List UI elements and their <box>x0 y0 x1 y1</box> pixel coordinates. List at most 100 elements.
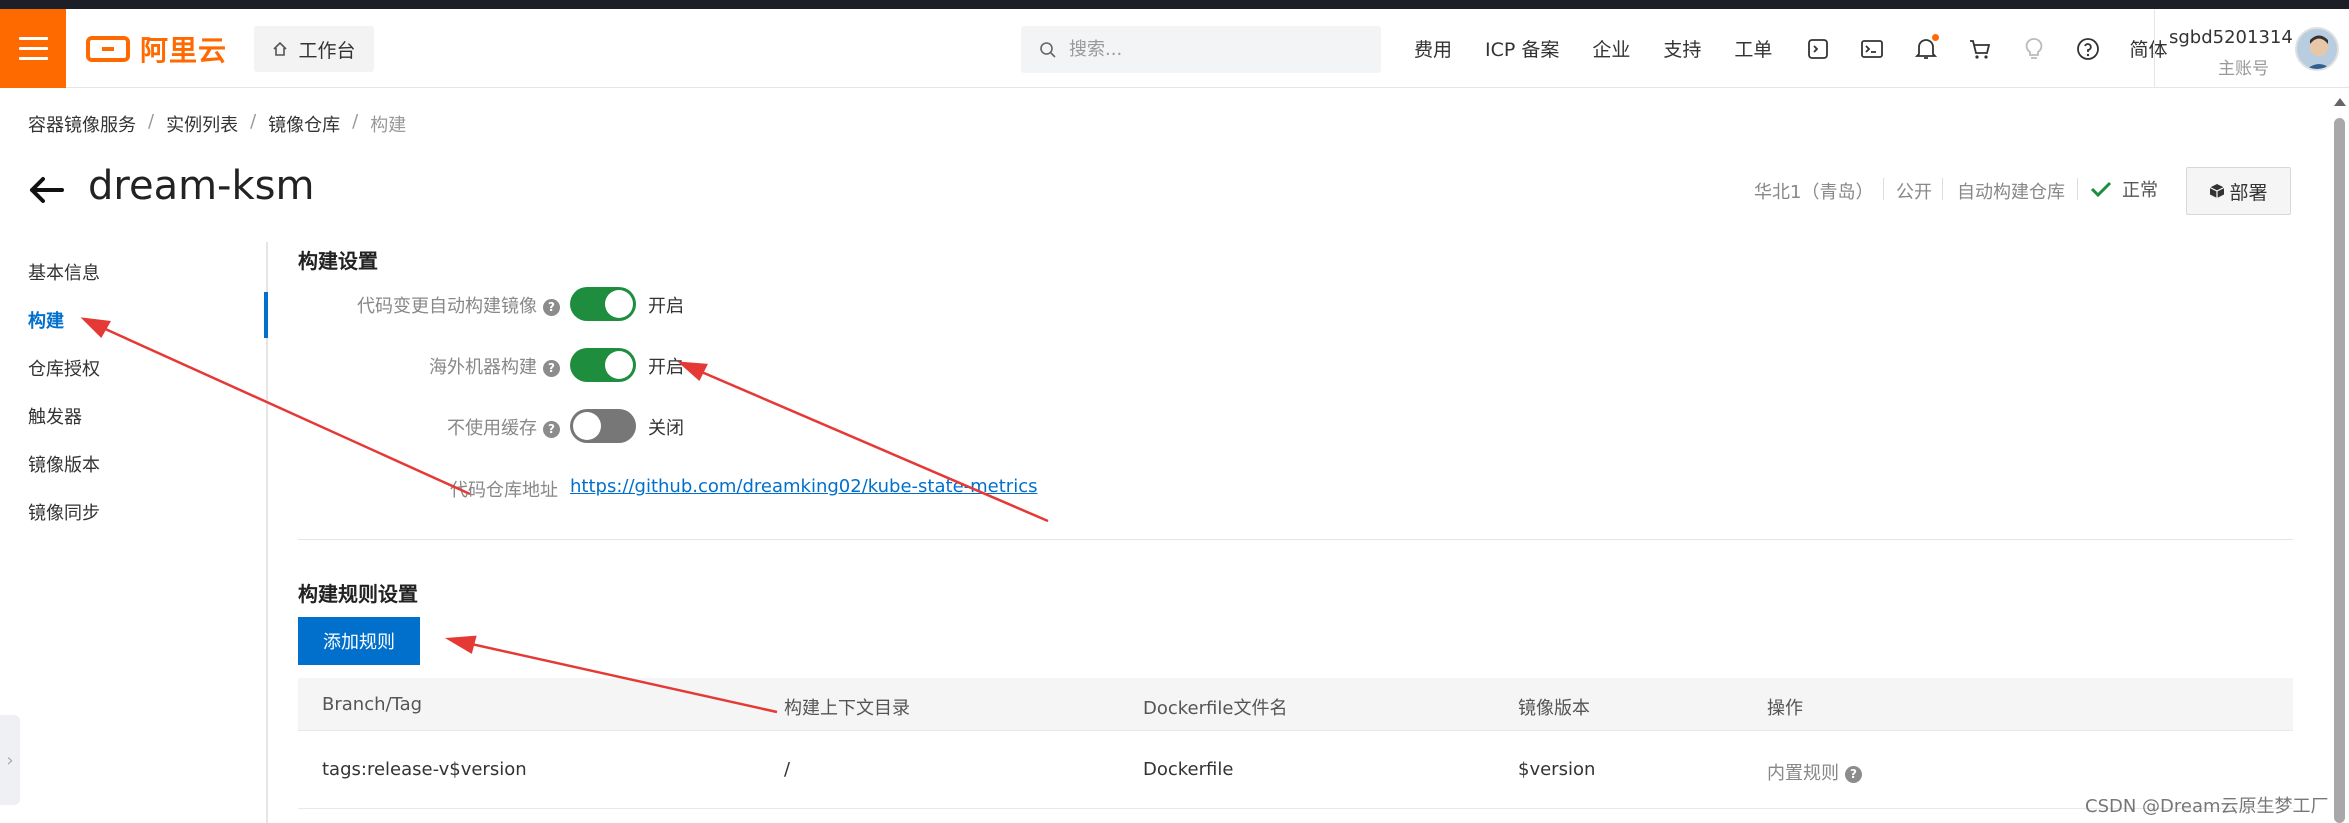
meta-divider <box>2077 178 2078 200</box>
hamburger-menu-icon[interactable] <box>0 9 66 88</box>
auto-build-state: 开启 <box>648 296 684 317</box>
help-icon[interactable]: ? <box>543 420 560 438</box>
search-box[interactable] <box>1021 26 1381 73</box>
toggle-knob <box>573 412 601 440</box>
help-icon[interactable]: ? <box>543 359 560 377</box>
annotation-arrow <box>689 365 1049 523</box>
cell-branch-tag: tags:release-v$version <box>322 759 527 780</box>
nav-support[interactable]: 支持 <box>1663 35 1701 62</box>
column-header: 构建上下文目录 <box>784 698 910 719</box>
add-rule-button[interactable]: 添加规则 <box>298 617 420 665</box>
deploy-button[interactable]: 部署 <box>2186 167 2291 215</box>
meta-divider <box>1883 178 1884 200</box>
page-title: dream-ksm <box>88 163 315 209</box>
logo-text: 阿里云 <box>140 34 228 67</box>
breadcrumb-separator: / <box>250 111 257 132</box>
scroll-up-icon[interactable] <box>2334 98 2346 106</box>
app-root: 阿里云 工作台 费用 ICP 备案 企业 支持 工单 <box>0 0 2349 823</box>
breadcrumb-item-instances[interactable]: 实例列表 <box>166 111 238 137</box>
workbench-label: 工作台 <box>298 39 356 62</box>
scrollbar-thumb[interactable] <box>2334 118 2345 823</box>
avatar[interactable] <box>2295 27 2339 71</box>
notification-dot <box>1932 33 1940 41</box>
cell-action: 内置规则? <box>1767 759 1862 785</box>
sidebar-item-build[interactable]: 构建 <box>28 307 64 333</box>
section-divider <box>298 539 2293 540</box>
repo-region: 华北1（青岛） <box>1754 182 1874 203</box>
search-icon <box>1040 41 1056 58</box>
aliyun-logo-icon <box>86 36 130 62</box>
user-name: sgbd5201314 <box>2169 27 2293 48</box>
nav-icp[interactable]: ICP 备案 <box>1485 35 1559 62</box>
help-icon[interactable]: ? <box>1845 765 1862 783</box>
toggle-knob <box>605 290 633 318</box>
breadcrumb-item-service[interactable]: 容器镜像服务 <box>28 111 136 137</box>
cart-icon[interactable] <box>1967 36 1993 62</box>
cell-version: $version <box>1518 759 1596 780</box>
top-bar: 阿里云 工作台 费用 ICP 备案 企业 支持 工单 <box>0 0 2349 88</box>
sidebar-item-repo-auth[interactable]: 仓库授权 <box>28 355 100 381</box>
nav-ticket[interactable]: 工单 <box>1734 35 1772 62</box>
no-cache-label-text: 不使用缓存 <box>447 418 537 439</box>
overseas-build-toggle[interactable] <box>570 348 636 382</box>
status-text: 正常 <box>2122 180 2158 201</box>
breadcrumb-item-repos[interactable]: 镜像仓库 <box>268 111 340 137</box>
cloudshell-icon[interactable] <box>1805 36 1831 62</box>
help-icon[interactable]: ? <box>543 298 560 316</box>
watermark: CSDN @Dream云原生梦工厂 <box>2085 796 2329 817</box>
deploy-label: 部署 <box>2229 181 2268 204</box>
terminal-icon[interactable] <box>1859 36 1885 62</box>
repo-status: 正常 <box>2090 176 2158 202</box>
column-header: 镜像版本 <box>1518 698 1590 719</box>
annotation-arrowhead <box>444 635 477 654</box>
repo-url-link[interactable]: https://github.com/dreamking02/kube-stat… <box>570 476 1037 497</box>
builtin-rule-label: 内置规则 <box>1767 763 1839 784</box>
home-icon <box>273 41 288 56</box>
top-nav: 费用 ICP 备案 企业 支持 工单 简体 <box>1414 33 2200 62</box>
user-menu[interactable]: sgbd5201314 主账号 <box>2154 9 2349 88</box>
nav-billing[interactable]: 费用 <box>1414 35 1452 62</box>
cell-dockerfile: Dockerfile <box>1143 759 1234 780</box>
bell-icon[interactable] <box>1913 33 1940 62</box>
table-row: tags:release-v$version / Dockerfile $ver… <box>298 731 2293 809</box>
column-header: Dockerfile文件名 <box>1143 698 1288 719</box>
logo[interactable]: 阿里云 <box>86 34 227 67</box>
breadcrumb: 容器镜像服务 / 实例列表 / 镜像仓库 / 构建 <box>28 111 406 137</box>
lightbulb-icon[interactable] <box>2021 36 2047 62</box>
build-settings-title: 构建设置 <box>298 249 378 273</box>
no-cache-toggle[interactable] <box>570 409 636 443</box>
back-arrow-icon[interactable] <box>26 170 66 210</box>
annotation-arrowhead <box>677 361 708 382</box>
workbench-button[interactable]: 工作台 <box>254 26 374 72</box>
user-role: 主账号 <box>2218 59 2269 79</box>
sidebar-item-triggers[interactable]: 触发器 <box>28 403 82 429</box>
build-rules-title: 构建规则设置 <box>298 582 418 606</box>
repo-visibility: 公开 <box>1896 182 1932 203</box>
auto-build-toggle[interactable] <box>570 287 636 321</box>
sidebar-item-image-sync[interactable]: 镜像同步 <box>28 499 100 525</box>
column-header: Branch/Tag <box>322 694 423 715</box>
search-input[interactable] <box>1069 39 1359 60</box>
breadcrumb-separator: / <box>352 111 359 132</box>
no-cache-state: 关闭 <box>648 418 684 439</box>
help-icon[interactable] <box>2075 36 2101 62</box>
sidebar-item-basic-info[interactable]: 基本信息 <box>28 259 100 285</box>
toggle-knob <box>605 351 633 379</box>
overseas-build-label-text: 海外机器构建 <box>429 357 537 378</box>
overseas-build-state: 开启 <box>648 357 684 378</box>
cell-context-dir: / <box>784 759 791 780</box>
sidebar-item-image-versions[interactable]: 镜像版本 <box>28 451 100 477</box>
breadcrumb-separator: / <box>148 111 155 132</box>
cube-icon <box>2210 184 2225 198</box>
nav-enterprise[interactable]: 企业 <box>1592 35 1630 62</box>
sidebar-active-indicator <box>264 292 268 338</box>
meta-divider <box>1942 178 1943 200</box>
auto-build-label-text: 代码变更自动构建镜像 <box>357 296 537 317</box>
column-header: 操作 <box>1767 698 1803 719</box>
chevron-right-icon[interactable]: › <box>0 715 20 805</box>
sidebar: 基本信息 构建 仓库授权 触发器 镜像版本 镜像同步 <box>0 242 268 823</box>
check-icon <box>2090 181 2112 198</box>
repo-type: 自动构建仓库 <box>1957 182 2065 203</box>
auto-build-label: 代码变更自动构建镜像? <box>350 292 560 318</box>
table-header: Branch/Tag 构建上下文目录 Dockerfile文件名 镜像版本 操作 <box>298 678 2293 731</box>
